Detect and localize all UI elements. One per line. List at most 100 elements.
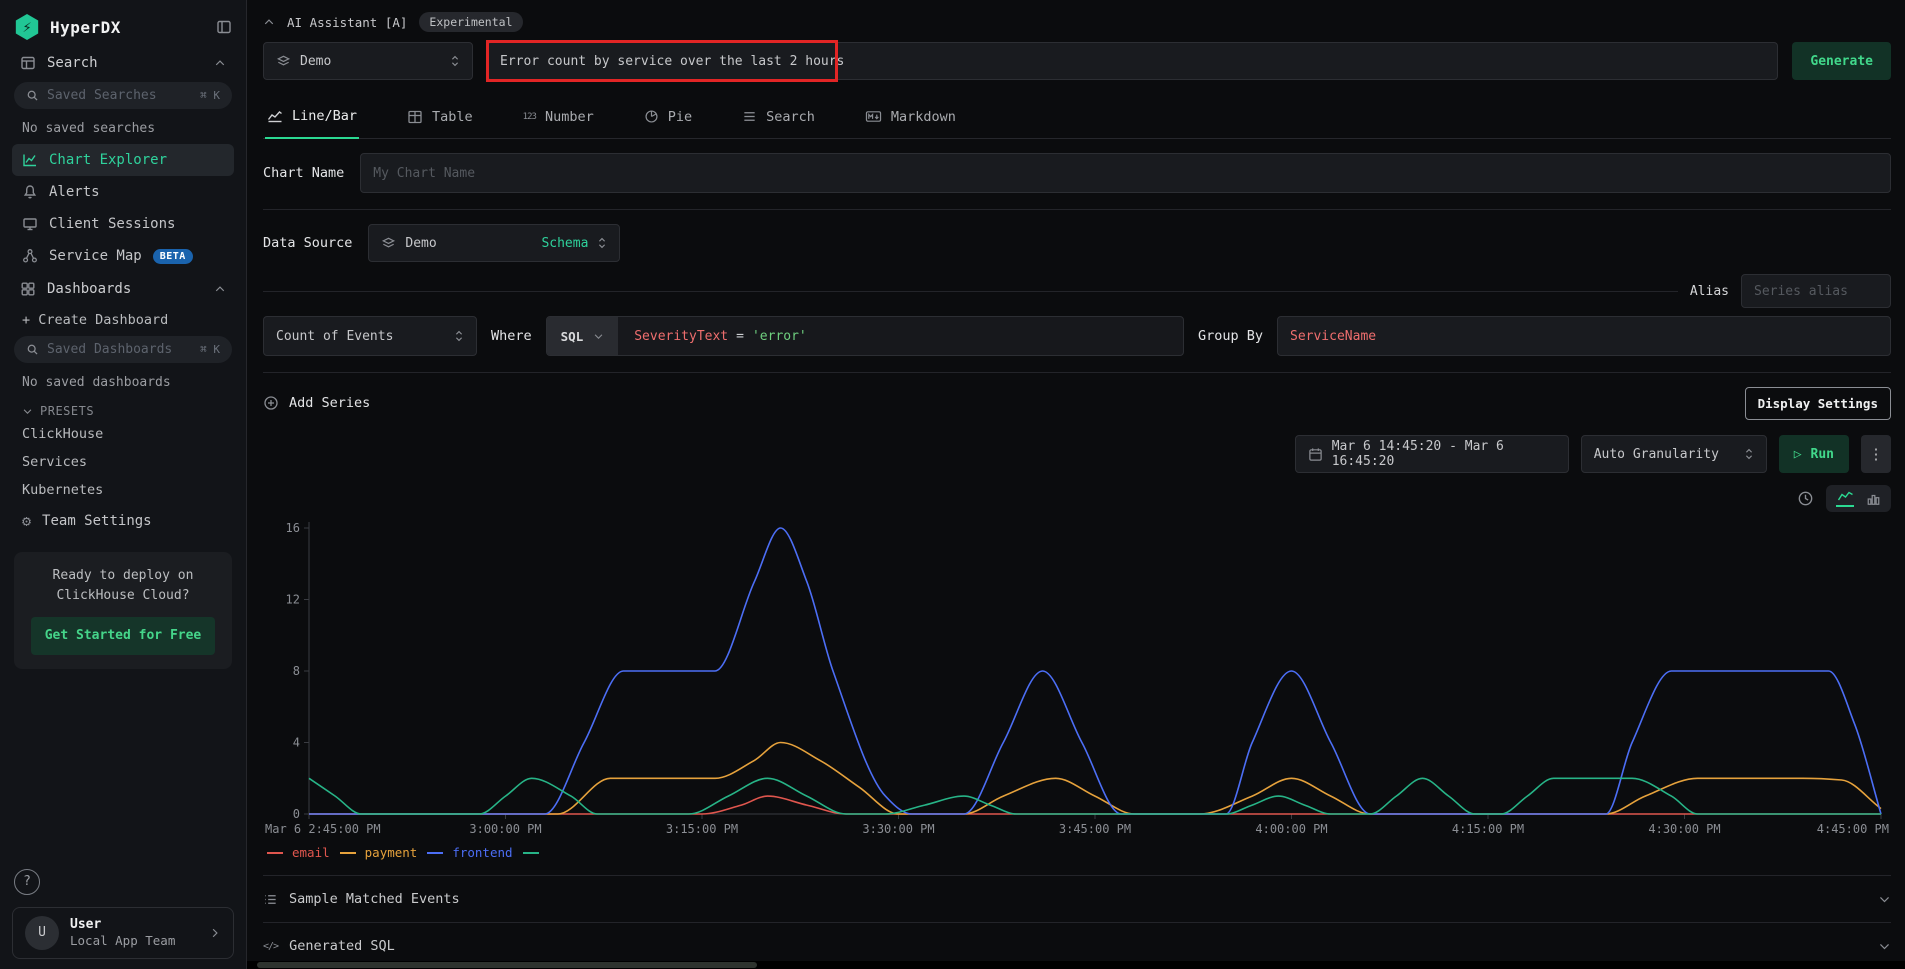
bell-icon	[22, 184, 38, 200]
tab-pie[interactable]: Pie	[642, 96, 694, 138]
svg-text:4:15:00 PM: 4:15:00 PM	[1452, 822, 1524, 836]
line-chart-icon	[267, 108, 283, 124]
ai-assistant-title: AI Assistant [A]	[287, 15, 407, 30]
tab-search[interactable]: Search	[740, 96, 817, 138]
chart-tools-row	[263, 485, 1891, 512]
nav-search-label: Search	[47, 55, 98, 71]
layers-icon	[276, 54, 291, 69]
svg-text:3:45:00 PM: 3:45:00 PM	[1059, 822, 1131, 836]
line-style-toggle[interactable]	[1836, 490, 1854, 507]
chevron-up-icon	[214, 283, 226, 295]
sidebar-item-chart-explorer[interactable]: Chart Explorer	[12, 144, 234, 176]
sidebar-item-client-sessions[interactable]: Client Sessions	[12, 208, 234, 240]
legend-label: frontend	[452, 845, 512, 860]
chevron-down-icon	[22, 406, 33, 417]
presets-toggle[interactable]: PRESETS	[12, 398, 234, 420]
group-by-input[interactable]: ServiceName	[1277, 316, 1891, 356]
saved-dashboards-input[interactable]: Saved Dashboards ⌘ K	[14, 336, 232, 363]
svg-text:Mar 6 2:45:00 PM: Mar 6 2:45:00 PM	[265, 822, 381, 836]
legend-item[interactable]: email	[267, 845, 330, 860]
chart-name-row: Chart Name My Chart Name	[263, 153, 1891, 193]
chevron-up-icon	[214, 57, 226, 69]
sidebar: ⚡ HyperDX Search Saved Searches ⌘ K No s…	[0, 0, 247, 969]
markdown-icon	[865, 109, 882, 124]
ai-prompt-input[interactable]: Error count by service over the last 2 h…	[487, 42, 1778, 80]
granularity-select[interactable]: Auto Granularity	[1581, 435, 1767, 473]
language-select[interactable]: SQL	[547, 317, 619, 355]
tab-label: Pie	[668, 109, 692, 125]
chart-area[interactable]: 0481216Mar 6 2:45:00 PM3:00:00 PM3:15:00…	[263, 514, 1891, 844]
nav-dashboards-label: Dashboards	[47, 281, 131, 297]
sidebar-item-service-map[interactable]: Service Map BETA	[12, 240, 234, 272]
where-sql-input[interactable]: SeverityText = 'error'	[618, 317, 823, 355]
tab-markdown[interactable]: Markdown	[863, 96, 958, 138]
source-select[interactable]: Demo	[263, 42, 473, 80]
help-button[interactable]: ?	[14, 869, 40, 895]
tab-line-bar[interactable]: Line/Bar	[265, 96, 359, 139]
circle-plus-icon	[263, 395, 279, 411]
data-source-select[interactable]: Demo Schema	[368, 224, 620, 262]
tab-number[interactable]: 123 Number	[521, 96, 596, 138]
saved-searches-input[interactable]: Saved Searches ⌘ K	[14, 82, 232, 109]
monitor-icon	[22, 216, 38, 232]
tab-label: Search	[766, 109, 815, 125]
bar-style-toggle[interactable]	[1866, 492, 1881, 506]
nav-group-search[interactable]: Search	[12, 46, 234, 80]
language-value: SQL	[561, 329, 584, 344]
generate-button[interactable]: Generate	[1792, 42, 1891, 80]
user-menu[interactable]: U User Local App Team	[12, 907, 234, 959]
date-range-input[interactable]: Mar 6 14:45:20 - Mar 6 16:45:20	[1295, 435, 1569, 473]
preset-kubernetes[interactable]: Kubernetes	[12, 476, 234, 504]
collapse-sidebar-icon[interactable]	[216, 19, 232, 35]
collapsible-panels: Sample Matched Events </> Generated SQL	[263, 875, 1891, 969]
ai-assistant-bar: AI Assistant [A] Experimental	[263, 12, 1891, 32]
divider	[263, 372, 1891, 373]
create-dashboard-button[interactable]: + Create Dashboard	[12, 306, 234, 334]
promo-text: Ready to deploy on ClickHouse Cloud?	[26, 566, 220, 605]
layers-icon	[381, 236, 396, 251]
sidebar-item-alerts[interactable]: Alerts	[12, 176, 234, 208]
generated-sql-label: Generated SQL	[289, 938, 395, 954]
chevron-down-icon	[593, 331, 604, 342]
svg-text:3:30:00 PM: 3:30:00 PM	[862, 822, 934, 836]
schema-link[interactable]: Schema	[541, 236, 588, 251]
run-button[interactable]: ▷ Run	[1779, 435, 1849, 473]
get-started-button[interactable]: Get Started for Free	[31, 617, 216, 655]
svg-text:4:00:00 PM: 4:00:00 PM	[1255, 822, 1327, 836]
chart-explorer-icon	[22, 152, 38, 168]
add-series-button[interactable]: Add Series	[263, 395, 370, 411]
sidebar-item-label: Chart Explorer	[49, 152, 167, 168]
chart-legend: email payment frontend	[263, 844, 1891, 861]
sql-token-string: 'error'	[752, 329, 807, 344]
preset-services[interactable]: Services	[12, 448, 234, 476]
magnifier-icon	[26, 343, 39, 356]
pie-chart-icon	[644, 109, 659, 124]
chevron-down-icon	[1878, 893, 1891, 906]
chart-name-placeholder: My Chart Name	[373, 166, 475, 181]
no-saved-searches-text: No saved searches	[12, 115, 234, 144]
sample-matched-events-row[interactable]: Sample Matched Events	[263, 875, 1891, 922]
aggregation-select[interactable]: Count of Events	[263, 316, 477, 356]
nav-group-dashboards[interactable]: Dashboards	[12, 272, 234, 306]
chevron-up-icon[interactable]	[263, 16, 275, 28]
legend-item[interactable]: frontend	[427, 845, 512, 860]
sidebar-item-team-settings[interactable]: ⚙ Team Settings	[12, 504, 234, 538]
clock-icon[interactable]	[1797, 490, 1814, 507]
horizontal-scrollbar[interactable]	[247, 961, 1905, 969]
display-settings-button[interactable]: Display Settings	[1745, 387, 1891, 420]
svg-text:3:15:00 PM: 3:15:00 PM	[666, 822, 738, 836]
line-chart-icon	[1837, 490, 1854, 503]
preset-clickhouse[interactable]: ClickHouse	[12, 420, 234, 448]
legend-item[interactable]	[523, 852, 539, 854]
chart-name-label: Chart Name	[263, 165, 344, 181]
magnifier-icon	[26, 89, 39, 102]
more-options-button[interactable]: ⋮	[1861, 435, 1891, 473]
scrollbar-thumb[interactable]	[257, 962, 757, 968]
gear-icon: ⚙	[22, 512, 31, 530]
series-row: Count of Events Where SQL SeverityText =…	[263, 316, 1891, 356]
alias-input[interactable]: Series alias	[1741, 274, 1891, 308]
chart-name-input[interactable]: My Chart Name	[360, 153, 1891, 193]
legend-label: email	[292, 845, 330, 860]
tab-table[interactable]: Table	[405, 96, 475, 138]
legend-item[interactable]: payment	[340, 845, 418, 860]
